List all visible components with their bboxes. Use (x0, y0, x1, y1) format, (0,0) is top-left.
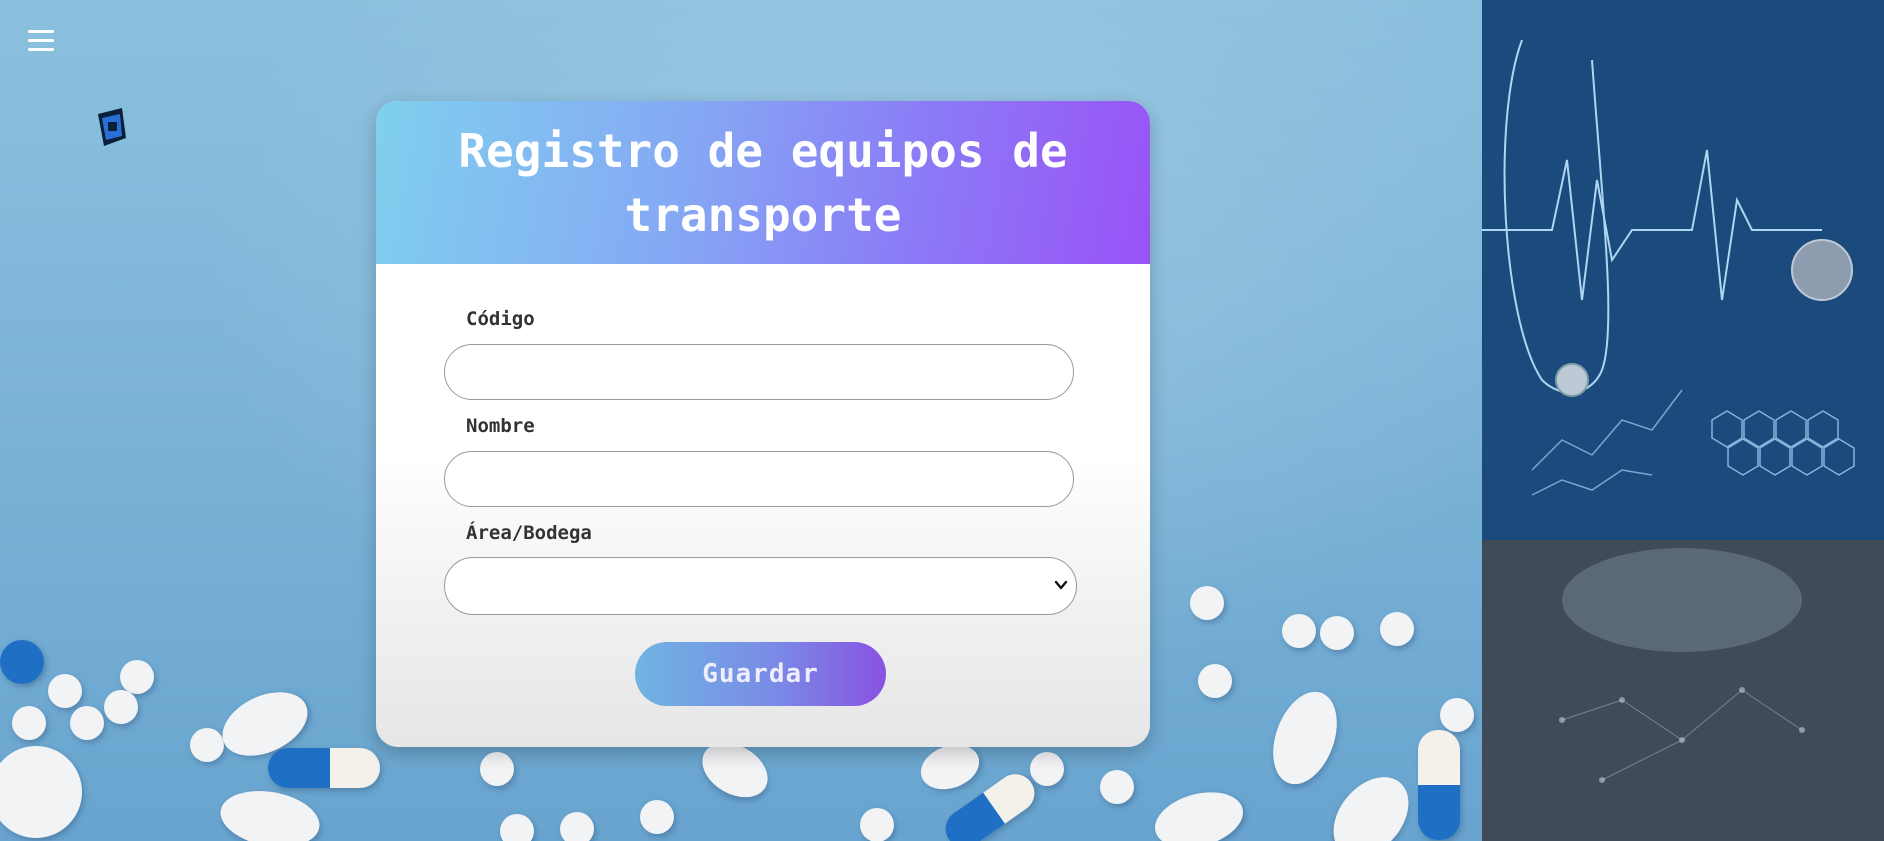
form-header: Registro de equipos de transporte (376, 101, 1150, 264)
codigo-input[interactable] (444, 344, 1074, 400)
chevron-down-icon (1054, 580, 1068, 590)
form-title: Registro de equipos de transporte (458, 123, 1068, 242)
save-button[interactable]: Guardar (635, 642, 886, 706)
hamburger-menu-icon[interactable] (28, 30, 54, 52)
nombre-label: Nombre (466, 415, 535, 437)
area-select[interactable] (444, 557, 1077, 615)
app-logo-icon (98, 108, 126, 146)
registration-form-card: Registro de equipos de transporte Código… (376, 101, 1150, 747)
codigo-label: Código (466, 308, 535, 330)
nombre-input[interactable] (444, 451, 1074, 507)
background-medical-image (1482, 0, 1884, 841)
area-label: Área/Bodega (466, 522, 592, 544)
